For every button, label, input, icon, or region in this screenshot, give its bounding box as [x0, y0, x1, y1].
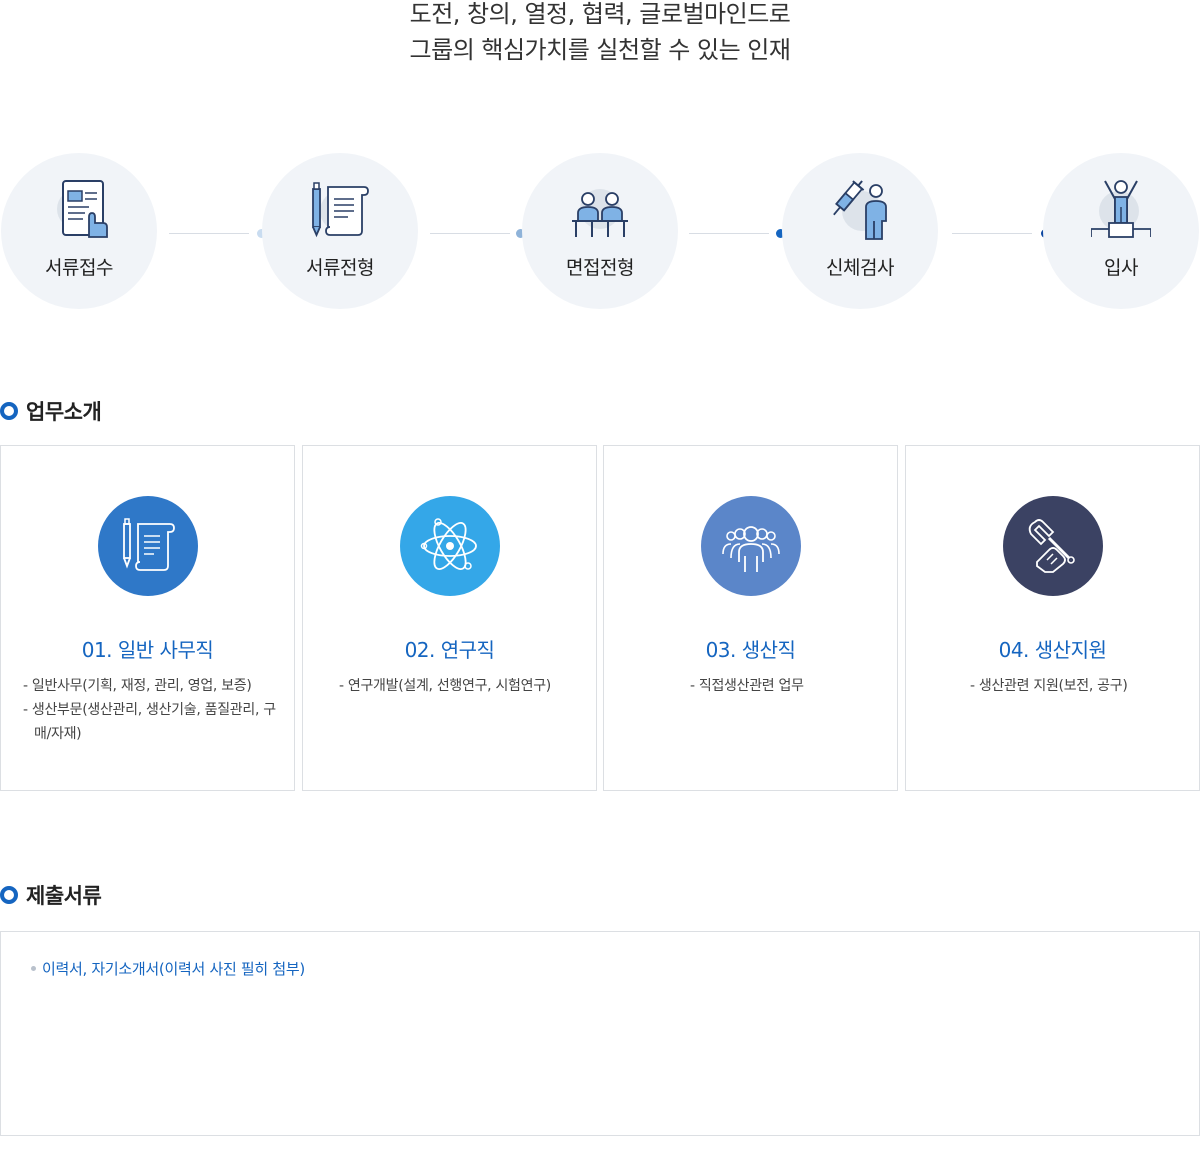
ring-bullet-icon	[0, 886, 18, 904]
ring-bullet-icon	[0, 402, 18, 420]
job-title: 03. 생산직	[705, 638, 796, 662]
step-label: 서류전형	[306, 257, 374, 279]
job-description-line: - 연구개발(설계, 선행연구, 시험연구)	[339, 678, 551, 694]
job-card-office: 01. 일반 사무직 - 일반사무(기획, 재정, 관리, 영업, 보증) - …	[0, 445, 295, 791]
syringe-person-icon	[830, 177, 890, 243]
job-icon-circle	[400, 496, 500, 596]
list-item: 이력서, 자기소개서(이력서 사진 필히 첨부)	[31, 958, 305, 979]
section-title-text: 업무소개	[26, 400, 102, 424]
intro-line-2: 그룹의 핵심가치를 실천할 수 있는 인재	[409, 36, 791, 64]
job-description-line: - 일반사무(기획, 재정, 관리, 영업, 보증)	[23, 678, 252, 694]
required-documents-box: 이력서, 자기소개서(이력서 사진 필히 첨부)	[0, 931, 1200, 1136]
bullet-dot-icon	[31, 966, 36, 971]
pen-scroll-icon	[123, 518, 175, 571]
job-icon-circle	[98, 496, 198, 596]
job-description-line: - 직접생산관련 업무	[690, 678, 804, 694]
wrench-hand-icon	[1028, 519, 1075, 573]
job-card-research: 02. 연구직 - 연구개발(설계, 선행연구, 시험연구)	[302, 445, 597, 791]
job-description: - 일반사무(기획, 재정, 관리, 영업, 보증) - 생산부문(생산관리, …	[23, 674, 283, 746]
step-interview: 면접전형	[522, 153, 678, 309]
step-hire: 입사	[1043, 153, 1199, 309]
required-documents-list: 이력서, 자기소개서(이력서 사진 필히 첨부)	[31, 958, 305, 979]
section-title-text: 제출서류	[26, 884, 102, 908]
step-label: 서류접수	[45, 257, 113, 279]
job-description: - 연구개발(설계, 선행연구, 시험연구)	[339, 674, 579, 698]
step-label: 신체검사	[826, 257, 894, 279]
pen-scroll-icon	[310, 177, 370, 243]
job-card-production-support: 04. 생산지원 - 생산관련 지원(보전, 공구)	[905, 445, 1200, 791]
document-touch-icon	[49, 177, 109, 243]
step-physical-exam: 신체검사	[782, 153, 938, 309]
job-card-production: 03. 생산직 - 직접생산관련 업무	[603, 445, 898, 791]
job-description-line: - 생산관련 지원(보전, 공구)	[970, 678, 1128, 694]
people-group-icon	[722, 526, 780, 572]
document-item-text: 이력서, 자기소개서(이력서 사진 필히 첨부)	[42, 960, 305, 978]
job-title: 02. 연구직	[404, 638, 495, 662]
job-description-line: - 생산부문(생산관리, 생산기술, 품질관리, 구매/자재)	[23, 702, 276, 742]
intro-text: 도전, 창의, 열정, 협력, 글로벌마인드로 그룹의 핵심가치를 실천할 수 …	[0, 0, 1200, 64]
step-document-screening: 서류전형	[262, 153, 418, 309]
process-connector	[952, 233, 1032, 234]
job-description: - 생산관련 지원(보전, 공구)	[970, 674, 1190, 698]
hiring-process: 서류접수 서류전형 면접전형 신체검사 입사	[0, 153, 1200, 309]
job-cards: 01. 일반 사무직 - 일반사무(기획, 재정, 관리, 영업, 보증) - …	[0, 445, 1200, 791]
job-title: 01. 일반 사무직	[81, 638, 214, 662]
section-title-documents: 제출서류	[0, 880, 102, 910]
job-icon-circle	[701, 496, 801, 596]
process-connector	[689, 233, 769, 234]
section-title-jobs: 업무소개	[0, 396, 102, 426]
step-document-submission: 서류접수	[1, 153, 157, 309]
job-description: - 직접생산관련 업무	[690, 674, 890, 698]
step-label: 면접전형	[566, 257, 634, 279]
atom-icon	[420, 518, 477, 570]
job-icon-circle	[1003, 496, 1103, 596]
job-title: 04. 생산지원	[998, 638, 1107, 662]
process-connector	[430, 233, 510, 234]
interview-icon	[570, 177, 630, 243]
step-label: 입사	[1104, 257, 1138, 279]
podium-winner-icon	[1090, 177, 1152, 243]
intro-line-1: 도전, 창의, 열정, 협력, 글로벌마인드로	[409, 0, 791, 28]
process-connector	[169, 233, 249, 234]
